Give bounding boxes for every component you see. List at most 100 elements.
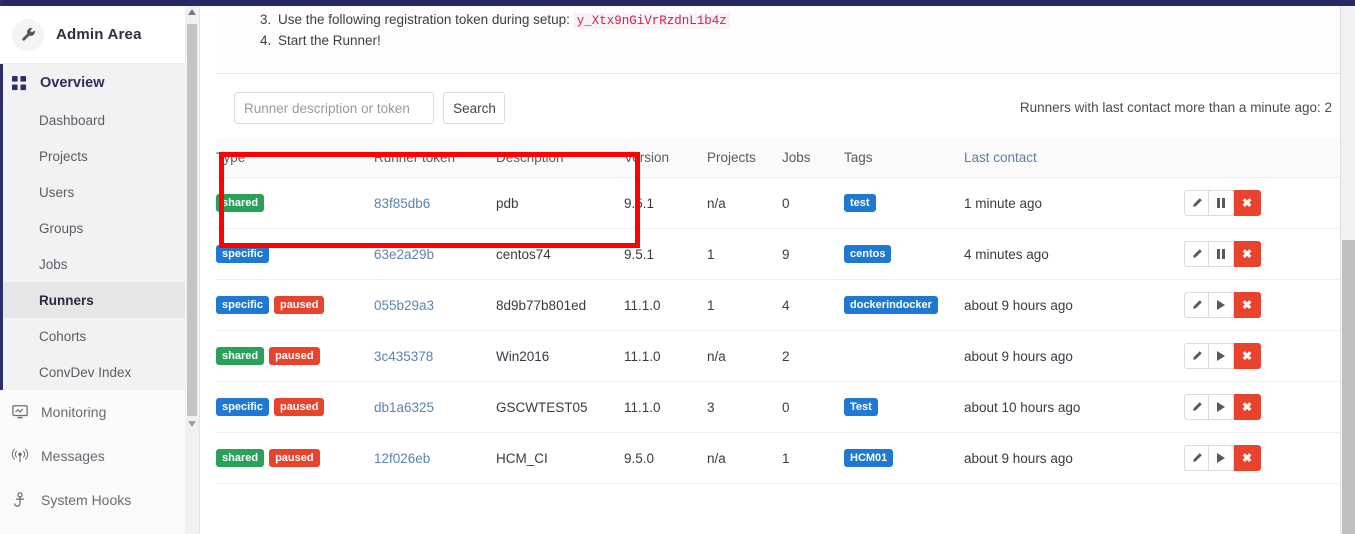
runner-token-link[interactable]: 63e2a29b [374, 247, 434, 262]
cell-version: 11.1.0 [624, 279, 707, 331]
sidebar-item-cohorts[interactable]: Cohorts [3, 318, 199, 354]
cell-type: specific paused [216, 381, 374, 433]
play-icon [1217, 300, 1225, 310]
delete-runner-button[interactable]: ✖ [1234, 292, 1261, 318]
edit-runner-button[interactable] [1184, 241, 1209, 267]
table-row: specific 63e2a29b centos74 9.5.1 1 9 centos 4 m… [216, 228, 1340, 280]
badge-specific: specific [216, 398, 269, 416]
sidebar-item-overview[interactable]: Overview [3, 64, 199, 102]
badge-paused: paused [273, 398, 325, 416]
play-icon [1217, 351, 1225, 361]
instruction-step-3-text: Use the following registration token dur… [278, 12, 570, 27]
sidebar-item-dashboard[interactable]: Dashboard [3, 102, 199, 138]
cell-tags [844, 330, 964, 382]
cell-projects: 1 [707, 279, 782, 331]
sidebar-item-label: Runners [39, 292, 94, 308]
column-header-projects: Projects [707, 138, 782, 178]
cell-jobs: 4 [782, 279, 844, 331]
cell-projects: n/a [707, 330, 782, 382]
search-button[interactable]: Search [443, 92, 506, 124]
runner-action-group: ✖ [1184, 292, 1261, 318]
runner-token-link[interactable]: 055b29a3 [374, 298, 434, 313]
sidebar-item-system-hooks[interactable]: System Hooks [0, 478, 199, 522]
pencil-icon [1192, 402, 1202, 411]
sidebar-item-messages[interactable]: Messages [0, 434, 199, 478]
edit-runner-button[interactable] [1184, 292, 1209, 318]
sidebar-scroll-thumb[interactable] [187, 24, 197, 416]
close-icon: ✖ [1241, 196, 1253, 210]
runners-table-body: shared 83f85db6 pdb 9.5.1 n/a 0 test 1 minute a… [216, 177, 1340, 484]
sidebar-item-groups[interactable]: Groups [3, 210, 199, 246]
cell-version: 9.5.1 [624, 177, 707, 229]
sidebar-item-projects[interactable]: Projects [3, 138, 199, 174]
instruction-step-3: 3. Use the following registration token … [234, 10, 1340, 31]
delete-runner-button[interactable]: ✖ [1234, 445, 1261, 471]
delete-runner-button[interactable]: ✖ [1234, 394, 1261, 420]
edit-runner-button[interactable] [1184, 343, 1209, 369]
sidebar-item-monitoring[interactable]: Monitoring [0, 390, 199, 434]
cell-last-contact: about 9 hours ago [964, 432, 1184, 484]
resume-runner-button[interactable] [1209, 394, 1234, 420]
page-scroll-thumb[interactable] [1342, 240, 1355, 534]
edit-runner-button[interactable] [1184, 445, 1209, 471]
edit-runner-button[interactable] [1184, 190, 1209, 216]
page-scrollbar[interactable] [1340, 6, 1355, 534]
scroll-up-arrow-icon[interactable] [188, 9, 196, 15]
resume-runner-button[interactable] [1209, 445, 1234, 471]
cell-type: shared [216, 177, 374, 229]
play-icon [1217, 453, 1225, 463]
hook-icon [12, 492, 34, 508]
sidebar-item-label: Dashboard [39, 112, 106, 128]
resume-runner-button[interactable] [1209, 292, 1234, 318]
delete-runner-button[interactable]: ✖ [1234, 241, 1261, 267]
sidebar-scrollbar[interactable] [185, 6, 199, 534]
cell-actions: ✖ [1184, 330, 1340, 382]
cell-last-contact: about 9 hours ago [964, 279, 1184, 331]
grid-icon [12, 75, 32, 91]
pause-runner-button[interactable] [1209, 190, 1234, 216]
runner-token-link[interactable]: 83f85db6 [374, 196, 430, 211]
delete-runner-button[interactable]: ✖ [1234, 190, 1261, 216]
cell-description: Win2016 [496, 330, 624, 382]
sidebar-item-label: Projects [39, 148, 88, 164]
close-icon: ✖ [1241, 400, 1253, 414]
cell-actions: ✖ [1184, 381, 1340, 433]
pause-runner-button[interactable] [1209, 241, 1234, 267]
table-row: specific paused 055b29a3 8d9b77b801ed 11.1.0… [216, 279, 1340, 331]
wrench-icon [12, 18, 44, 51]
cell-runner-token: 63e2a29b [374, 228, 496, 280]
runner-token-link[interactable]: 3c435378 [374, 349, 433, 364]
column-header-last-contact[interactable]: Last contact [964, 138, 1184, 178]
resume-runner-button[interactable] [1209, 343, 1234, 369]
registration-token[interactable]: y_Xtx9nGiVrRzdnL1b4z [573, 13, 730, 29]
sidebar-item-jobs[interactable]: Jobs [3, 246, 199, 282]
runner-token-link[interactable]: db1a6325 [374, 400, 434, 415]
scroll-down-arrow-icon[interactable] [188, 421, 196, 427]
delete-runner-button[interactable]: ✖ [1234, 343, 1261, 369]
sidebar-item-convdev-index[interactable]: ConvDev Index [3, 354, 199, 390]
sidebar-item-label: Users [39, 184, 75, 200]
sidebar-item-users[interactable]: Users [3, 174, 199, 210]
search-toolbar: Search Runners with last contact more th… [216, 74, 1340, 138]
sidebar-header[interactable]: Admin Area [0, 6, 199, 64]
runner-token-link[interactable]: 12f026eb [374, 451, 430, 466]
edit-runner-button[interactable] [1184, 394, 1209, 420]
table-row: shared paused 3c435378 Win2016 11.1.0 n/a 2 abo… [216, 330, 1340, 382]
cell-tags: Test [844, 381, 964, 433]
pencil-icon [1192, 351, 1202, 360]
tag-badge: centos [844, 245, 892, 263]
badge-specific: specific [216, 245, 269, 263]
badge-paused: paused [269, 449, 320, 467]
cell-last-contact: 4 minutes ago [964, 228, 1184, 280]
cell-runner-token: 83f85db6 [374, 177, 496, 229]
runner-action-group: ✖ [1184, 394, 1261, 420]
pencil-icon [1192, 249, 1202, 258]
search-input[interactable] [234, 92, 434, 124]
sidebar-item-runners[interactable]: Runners [3, 282, 199, 318]
last-contact-sort-link[interactable]: Last contact [964, 150, 1037, 165]
sidebar-overview-group: Overview Dashboard Projects Users Groups… [0, 64, 199, 390]
cell-version: 11.1.0 [624, 330, 707, 382]
close-icon: ✖ [1241, 451, 1253, 465]
app-root: Admin Area Overview Dashboard Projects U… [0, 0, 1355, 534]
cell-description: 8d9b77b801ed [496, 279, 624, 331]
